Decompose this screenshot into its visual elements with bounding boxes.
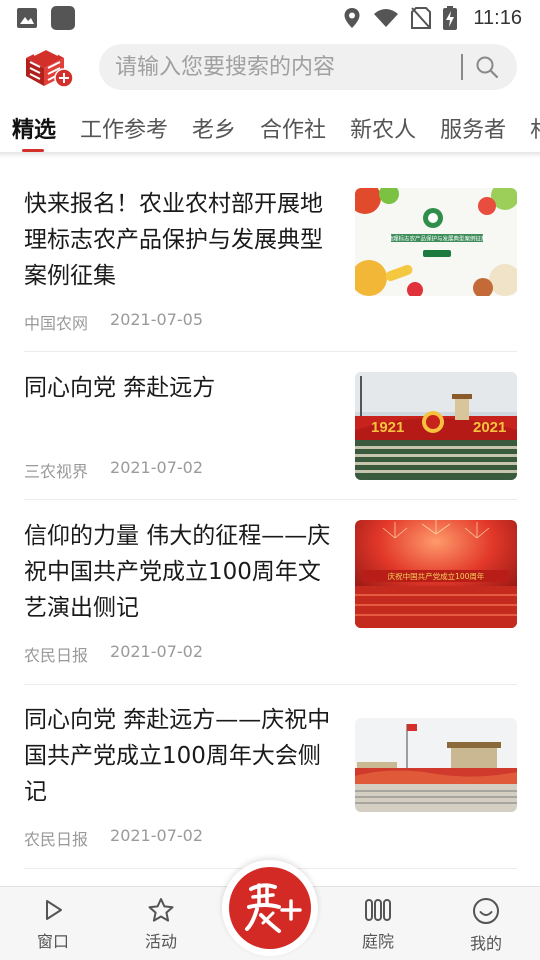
no-sim-icon: [411, 7, 432, 29]
tab-xinnongren[interactable]: 新农人: [350, 100, 416, 154]
search-box[interactable]: [99, 44, 517, 90]
logo-add-icon: [26, 47, 74, 88]
star-icon: [148, 898, 174, 922]
nav-activity[interactable]: 活动: [121, 887, 201, 960]
status-time: 11:16: [473, 6, 522, 29]
tab-hezuoshe[interactable]: 合作社: [260, 100, 326, 154]
article-source: 中国农网: [24, 314, 89, 333]
image-icon: [17, 8, 37, 28]
tab-gongzuocankao[interactable]: 工作参考: [80, 100, 168, 154]
center-button-face: [229, 867, 311, 949]
play-icon: [46, 900, 62, 920]
divider: [24, 684, 517, 685]
thumb-year-left: 1921: [371, 419, 404, 436]
tab-cun[interactable]: 村: [530, 100, 540, 154]
battery-charging-icon: [443, 6, 458, 30]
nav-label: 庭院: [361, 932, 394, 951]
article-date: 2021-07-02: [110, 458, 203, 477]
columns-icon: [365, 899, 391, 921]
search-icon[interactable]: [475, 55, 499, 79]
article-meta: 农民日报 2021-07-02: [24, 642, 203, 666]
location-icon: [344, 8, 360, 28]
nav-label: 活动: [144, 932, 177, 951]
app-square-icon: [51, 6, 75, 30]
article-title: 快来报名！农业农村部开展地理标志农产品保护与发展典型案例征集: [24, 191, 323, 289]
article-meta: 三农视界 2021-07-02: [24, 458, 203, 482]
wifi-icon: [374, 9, 399, 27]
nav-courtyard[interactable]: 庭院: [338, 887, 418, 960]
article-item[interactable]: 信仰的力量 伟大的征程——庆祝中国共产党成立100周年文艺演出侧记 农民日报 2…: [0, 516, 540, 686]
thumb-caption: 庆祝中国共产党成立100周年: [388, 571, 485, 581]
article-thumbnail: 1921 2021: [355, 372, 517, 480]
article-date: 2021-07-02: [110, 642, 203, 661]
center-publish-button[interactable]: [222, 860, 318, 956]
search-input[interactable]: [115, 54, 455, 80]
article-source: 农民日报: [24, 830, 89, 849]
search-divider: [461, 54, 463, 80]
article-item[interactable]: 同心向党 奔赴远方 三农视界 2021-07-02 1921 2021: [0, 368, 540, 496]
smile-icon: [473, 898, 499, 924]
tab-laoxiang[interactable]: 老乡: [192, 100, 236, 154]
article-meta: 农民日报 2021-07-02: [24, 826, 203, 850]
article-meta: 中国农网 2021-07-05: [24, 310, 203, 334]
article-date: 2021-07-02: [110, 826, 203, 845]
header: [0, 38, 540, 94]
status-bar: 11:16: [0, 0, 540, 36]
thumb-year-right: 2021: [473, 419, 506, 436]
article-title: 同心向党 奔赴远方: [24, 375, 216, 401]
tabs-shadow: [0, 152, 540, 158]
tab-jingxuan[interactable]: 精选: [12, 100, 56, 154]
article-thumbnail: [355, 718, 517, 812]
article-source: 农民日报: [24, 646, 89, 665]
nav-label: 我的: [469, 934, 502, 953]
article-item[interactable]: 同心向党 奔赴远方——庆祝中国共产党成立100周年大会侧记 农民日报 2021-…: [0, 700, 540, 870]
nav-label: 窗口: [36, 932, 69, 951]
tab-fuwuzhe[interactable]: 服务者: [440, 100, 506, 154]
article-thumbnail: 庆祝中国共产党成立100周年: [355, 520, 517, 628]
divider: [24, 499, 517, 500]
divider: [24, 351, 517, 352]
nav-window[interactable]: 窗口: [13, 887, 93, 960]
article-item[interactable]: 快来报名！农业农村部开展地理标志农产品保护与发展典型案例征集 中国农网 2021…: [0, 184, 540, 354]
app-logo[interactable]: [18, 40, 78, 90]
article-date: 2021-07-05: [110, 310, 203, 329]
article-title: 信仰的力量 伟大的征程——庆祝中国共产党成立100周年文艺演出侧记: [24, 523, 331, 621]
nav-mine[interactable]: 我的: [446, 887, 526, 960]
thumb-caption: 地理标志农产品保护与发展典型案例征集: [387, 235, 487, 243]
article-source: 三农视界: [24, 462, 89, 481]
article-thumbnail: 地理标志农产品保护与发展典型案例征集: [355, 188, 517, 296]
article-title: 同心向党 奔赴远方——庆祝中国共产党成立100周年大会侧记: [24, 707, 331, 805]
nong-plus-center-icon: [245, 883, 302, 933]
category-tabs: 精选 工作参考 老乡 合作社 新农人 服务者 村: [0, 100, 540, 154]
